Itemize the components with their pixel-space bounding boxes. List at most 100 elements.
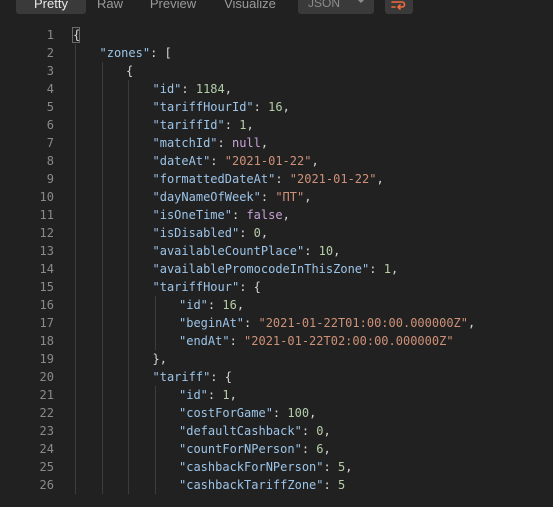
- indent-guide: [75, 188, 76, 206]
- indent-guide: [154, 386, 156, 404]
- code-line: 26 "cashbackTariffZone": 5: [0, 476, 553, 494]
- line-number: 10: [39, 190, 54, 204]
- indent-guide: [75, 458, 76, 476]
- indent-guide: [154, 296, 156, 314]
- indent-guide: [128, 98, 129, 116]
- line-number: 25: [39, 460, 54, 474]
- line-number: 6: [46, 118, 54, 132]
- line-number: 12: [39, 226, 54, 240]
- json-token: 0: [316, 424, 324, 438]
- json-token: "isOneTime": [152, 208, 232, 222]
- code-text: {: [126, 62, 133, 80]
- indent-guide: [154, 332, 156, 350]
- code-text: "endAt": "2021-01-22T02:00:00.000000Z": [179, 332, 454, 350]
- indent-guide: [154, 404, 156, 422]
- indent-guide: [75, 170, 76, 188]
- indent-guide: [75, 278, 76, 296]
- json-token: "id": [179, 388, 208, 402]
- json-token: :: [275, 172, 290, 186]
- json-token: :: [260, 190, 276, 204]
- indent-guide: [101, 458, 103, 476]
- indent-guide: [75, 80, 76, 98]
- json-token: :: [244, 316, 259, 330]
- line-number: 19: [39, 352, 54, 366]
- json-token: "2021-01-22T01:00:00.000000Z": [258, 316, 468, 330]
- line-number: 8: [46, 154, 54, 168]
- tab-preview[interactable]: Preview: [140, 0, 206, 14]
- format-select[interactable]: JSON: [298, 0, 374, 14]
- json-token: : {: [210, 370, 232, 384]
- line-number: 15: [39, 280, 54, 294]
- tab-visualize[interactable]: Visualize: [214, 0, 286, 14]
- line-number: 22: [39, 406, 54, 420]
- indent-guide: [101, 440, 103, 458]
- json-token: },: [152, 352, 167, 366]
- code-text: "availableCountPlace": 10,: [153, 242, 341, 260]
- indent-guide: [101, 116, 103, 134]
- json-token: ,: [376, 172, 384, 186]
- json-token: 6: [316, 442, 324, 456]
- code-text: "id": 1,: [179, 386, 237, 404]
- indent-guide: [101, 422, 103, 440]
- json-token: : [: [150, 46, 172, 60]
- json-token: 1184: [195, 82, 225, 96]
- json-token: "2021-01-22": [289, 172, 377, 186]
- indent-guide: [128, 188, 129, 206]
- json-token: : {: [239, 280, 261, 294]
- json-token: 1: [222, 388, 230, 402]
- line-number: 1: [46, 28, 54, 42]
- json-token: :: [207, 298, 223, 312]
- indent-guide: [154, 440, 156, 458]
- indent-guide: [101, 98, 103, 116]
- indent-guide: [75, 314, 76, 332]
- json-token: ,: [311, 154, 319, 168]
- tab-pretty[interactable]: Pretty: [16, 0, 86, 14]
- indent-guide: [75, 386, 76, 404]
- line-number: 20: [39, 370, 54, 384]
- json-token: :: [231, 208, 247, 222]
- json-token: false: [246, 208, 283, 222]
- json-token: :: [239, 226, 254, 240]
- indent-guide: [128, 422, 129, 440]
- indent-guide: [101, 242, 103, 260]
- indent-guide: [75, 134, 76, 152]
- line-number: 16: [39, 298, 54, 312]
- json-token: ,: [236, 298, 245, 312]
- indent-guide: [101, 80, 103, 98]
- json-token: 16: [268, 100, 283, 114]
- indent-guide: [75, 116, 76, 134]
- code-line: 11 "isOneTime": false,: [0, 206, 553, 224]
- json-token: :: [229, 334, 245, 348]
- code-line: 14 "availablePromocodeInThisZone": 1,: [0, 260, 553, 278]
- json-token: "costForGame": [179, 406, 273, 420]
- json-token: :: [304, 244, 319, 258]
- json-token: :: [323, 478, 338, 492]
- indent-guide: [128, 242, 129, 260]
- indent-guide: [75, 368, 76, 386]
- code-line: 18 "endAt": "2021-01-22T02:00:00.000000Z": [0, 332, 553, 350]
- code-line: 17 "beginAt": "2021-01-22T01:00:00.000000…: [0, 314, 553, 332]
- tab-raw[interactable]: Raw: [88, 0, 132, 14]
- indent-guide: [128, 314, 129, 332]
- json-token: ,: [229, 388, 237, 402]
- code-line: 4 "id": 1184,: [0, 80, 553, 98]
- json-token: ,: [246, 118, 254, 132]
- json-token: ,: [260, 136, 269, 150]
- code-text: "isDisabled": 0,: [153, 224, 269, 242]
- json-token: ,: [282, 208, 290, 222]
- wrap-lines-button[interactable]: [385, 0, 413, 14]
- json-token: "tariff": [152, 370, 211, 384]
- line-number: 5: [46, 100, 54, 114]
- json-response-editor[interactable]: 1{2 "zones": [3{4 "id": 1184, 5 "tariffHourI…: [0, 26, 553, 496]
- indent-guide: [154, 476, 156, 494]
- code-line: 22 "costForGame": 100,: [0, 404, 553, 422]
- json-token: ,: [224, 82, 232, 96]
- response-toolbar: Pretty Raw Preview Visualize JSON: [0, 0, 553, 14]
- indent-guide: [75, 206, 76, 224]
- json-token: ,: [333, 244, 341, 258]
- code-line: 23 "defaultCashback": 0,: [0, 422, 553, 440]
- json-token: "availablePromocodeInThisZone": [152, 262, 370, 276]
- code-line: 19},: [0, 350, 553, 368]
- json-token: :: [323, 460, 338, 474]
- code-text: "countForNPerson": 6,: [179, 440, 331, 458]
